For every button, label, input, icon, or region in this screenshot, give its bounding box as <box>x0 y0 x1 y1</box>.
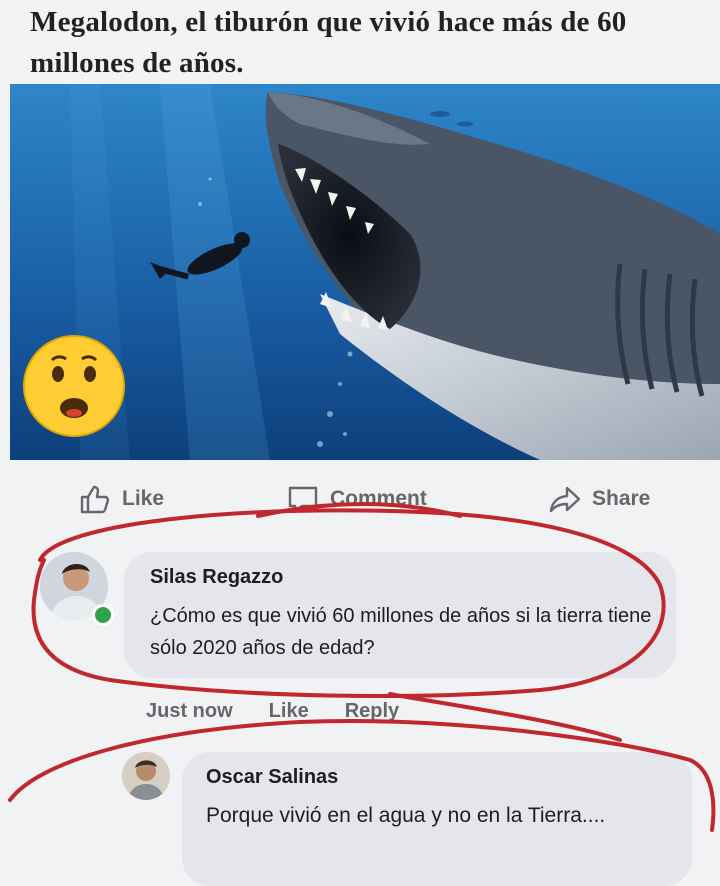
comment-icon <box>288 486 318 514</box>
comment-meta: Just now Like Reply <box>146 700 435 723</box>
comment-author[interactable]: Oscar Salinas <box>206 766 338 789</box>
post-photo[interactable] <box>10 84 720 460</box>
like-button[interactable]: Like <box>78 482 164 516</box>
comment-bubble-2: Oscar Salinas Porque vivió en el agua y … <box>182 752 692 886</box>
comment-author[interactable]: Silas Regazzo <box>150 566 283 589</box>
comment-like-link[interactable]: Like <box>269 700 309 722</box>
comment-timestamp: Just now <box>146 700 233 722</box>
comment-label: Comment <box>330 487 427 510</box>
astonished-face-emoji <box>23 335 125 437</box>
online-status-dot <box>92 604 114 626</box>
share-label: Share <box>592 487 651 510</box>
share-icon <box>549 486 581 513</box>
avatar-oscar[interactable] <box>122 752 170 800</box>
post-action-bar: Like Comment Share <box>0 468 720 538</box>
thumbs-up-icon <box>80 485 110 514</box>
person-avatar-icon <box>122 752 170 800</box>
like-label: Like <box>122 487 165 510</box>
comment-text: Porque vivió en el agua y no en la Tierr… <box>206 804 606 827</box>
post-headline: Megalodon, el tiburón que vivió hace más… <box>30 6 627 79</box>
comment-button[interactable]: Comment <box>286 482 427 516</box>
share-button[interactable]: Share <box>548 482 650 516</box>
comment-text: ¿Cómo es que vivió 60 millones de años s… <box>150 605 652 659</box>
comment-bubble-1: Silas Regazzo ¿Cómo es que vivió 60 mill… <box>124 552 676 678</box>
comment-reply-link[interactable]: Reply <box>345 700 399 722</box>
post-headline-area: Megalodon, el tiburón que vivió hace más… <box>0 0 720 90</box>
